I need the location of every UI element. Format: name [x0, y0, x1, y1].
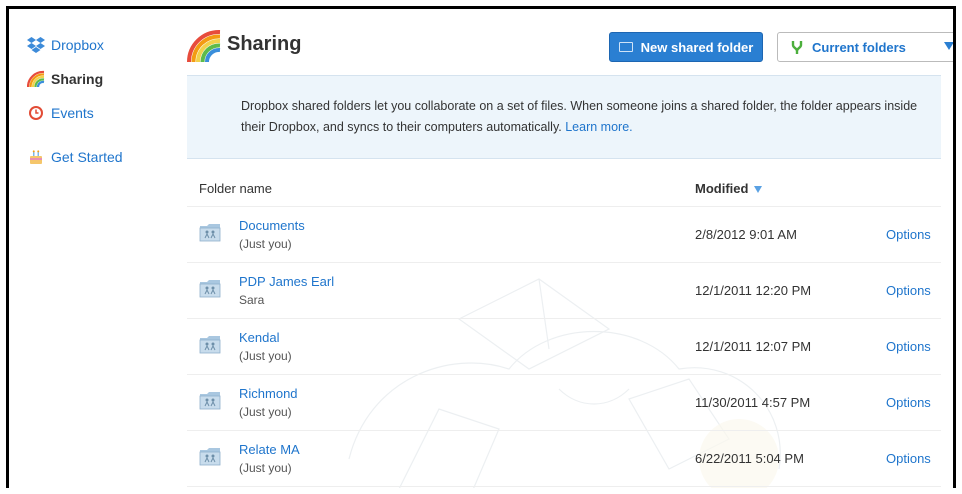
shared-folders-table: Folder name Modified Documents (Just you… — [187, 169, 941, 487]
options-link[interactable]: Options — [886, 339, 931, 354]
current-folders-label: Current folders — [812, 39, 906, 55]
folder-modified: 2/8/2012 9:01 AM — [695, 227, 797, 242]
folder-modified: 6/22/2011 5:04 PM — [695, 451, 804, 466]
folder-members: (Just you) — [239, 349, 292, 363]
table-row: PDP James Earl Sara 12/1/2011 12:20 PM O… — [187, 263, 941, 319]
folder-modified: 12/1/2011 12:07 PM — [695, 339, 812, 354]
table-row: Documents (Just you) 2/8/2012 9:01 AM Op… — [187, 207, 941, 263]
options-link[interactable]: Options — [886, 451, 931, 466]
shared-folder-icon[interactable] — [199, 445, 221, 467]
sidebar: Dropbox Sharing Events Get Started — [27, 33, 177, 179]
shared-folder-icon[interactable] — [199, 221, 221, 243]
folder-name-link[interactable]: Kendal — [239, 330, 279, 345]
current-folders-select[interactable]: Current folders — [777, 32, 953, 62]
fork-icon — [791, 41, 803, 54]
table-header: Folder name Modified — [187, 169, 941, 207]
page-title: Sharing — [227, 33, 302, 55]
folder-modified: 11/30/2011 4:57 PM — [695, 395, 811, 410]
sort-desc-icon — [754, 186, 763, 194]
dropbox-icon — [27, 36, 45, 54]
folder-modified: 12/1/2011 12:20 PM — [695, 283, 812, 298]
options-link[interactable]: Options — [886, 283, 931, 298]
chevron-down-icon — [944, 42, 953, 50]
new-shared-folder-button[interactable]: New shared folder — [609, 32, 763, 62]
folder-name-link[interactable]: PDP James Earl — [239, 274, 334, 289]
options-link[interactable]: Options — [886, 395, 931, 410]
shared-folder-icon[interactable] — [199, 277, 221, 299]
sidebar-item-events[interactable]: Events — [27, 101, 177, 125]
folder-members: (Just you) — [239, 405, 292, 419]
folder-members: (Just you) — [239, 461, 292, 475]
app-window: Dropbox Sharing Events Get Started Shari… — [6, 6, 956, 488]
sidebar-item-label: Get Started — [51, 149, 123, 165]
page-header: Sharing New shared folder Current folder… — [187, 27, 953, 67]
sidebar-item-get-started[interactable]: Get Started — [27, 145, 177, 169]
new-shared-folder-label: New shared folder — [640, 39, 754, 55]
rainbow-icon — [187, 29, 221, 63]
shared-folder-icon[interactable] — [199, 333, 221, 355]
info-banner: Dropbox shared folders let you collabora… — [187, 75, 941, 159]
folder-members: Sara — [239, 293, 265, 307]
table-row: Richmond (Just you) 11/30/2011 4:57 PM O… — [187, 375, 941, 431]
folder-name-link[interactable]: Documents — [239, 218, 305, 233]
sidebar-item-label: Events — [51, 105, 94, 121]
column-header-folder-name: Folder name — [199, 181, 272, 196]
cake-icon — [27, 148, 45, 166]
folder-members: (Just you) — [239, 237, 292, 251]
learn-more-link[interactable]: Learn more. — [565, 120, 632, 134]
table-row: Kendal (Just you) 12/1/2011 12:07 PM Opt… — [187, 319, 941, 375]
sidebar-item-label: Sharing — [51, 71, 104, 87]
rainbow-icon — [27, 70, 45, 88]
folder-name-link[interactable]: Relate MA — [239, 442, 300, 457]
clock-icon — [27, 104, 45, 122]
shared-folder-icon[interactable] — [199, 389, 221, 411]
options-link[interactable]: Options — [886, 227, 931, 242]
folder-name-link[interactable]: Richmond — [239, 386, 298, 401]
modified-label: Modified — [695, 181, 749, 196]
sidebar-item-dropbox[interactable]: Dropbox — [27, 33, 177, 57]
table-row: Relate MA (Just you) 6/22/2011 5:04 PM O… — [187, 431, 941, 487]
shared-folder-icon — [618, 42, 633, 52]
sidebar-item-label: Dropbox — [51, 37, 104, 53]
sidebar-item-sharing[interactable]: Sharing — [27, 67, 177, 91]
column-header-modified[interactable]: Modified — [695, 181, 763, 196]
